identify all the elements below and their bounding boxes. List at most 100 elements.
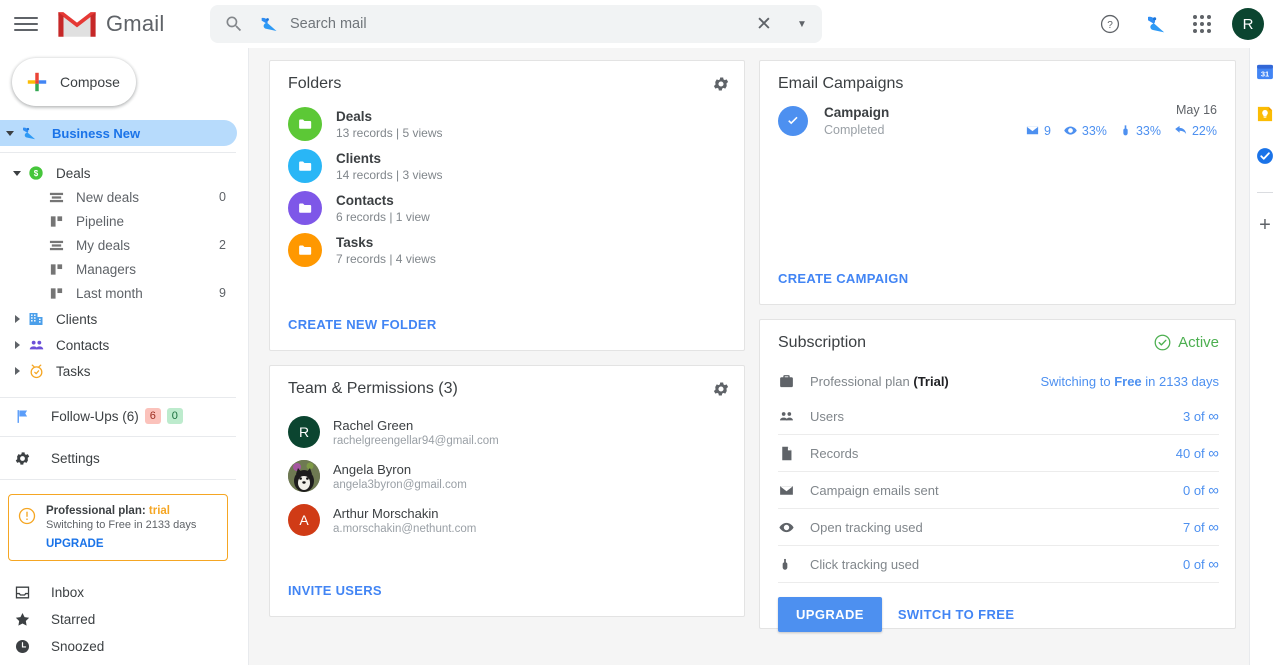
switch-suffix: in 2133 days <box>1141 373 1219 389</box>
sidebar-item-new-deals[interactable]: New deals 0 <box>0 185 248 209</box>
subscription-row-value: 3 of ∞ <box>1183 408 1219 425</box>
team-member-row[interactable]: R Rachel Green rachelgreengellar94@gmail… <box>270 410 744 454</box>
usage-value: 3 of <box>1182 408 1205 424</box>
chevron-down-icon[interactable] <box>10 170 24 176</box>
add-addon-button[interactable]: + <box>1259 215 1271 235</box>
board-view-icon <box>44 214 68 229</box>
folder-name: Deals <box>336 108 373 124</box>
trial-title: Professional plan: trial <box>46 505 196 517</box>
infinity-icon: ∞ <box>1208 481 1219 499</box>
close-icon[interactable]: ✕ <box>746 13 782 36</box>
switch-plan: Free <box>1114 373 1142 389</box>
sidebar-item-managers[interactable]: Managers <box>0 257 248 281</box>
sidebar-item-my-deals[interactable]: My deals 2 <box>0 233 248 257</box>
avatar-photo-icon <box>288 460 320 492</box>
team-member-name: Rachel Green <box>333 417 414 433</box>
campaign-row[interactable]: Campaign Completed May 16 9 33% 33% 22% <box>760 93 1235 138</box>
sidebar-divider <box>0 436 236 437</box>
team-list: R Rachel Green rachelgreengellar94@gmail… <box>270 410 744 542</box>
chevron-right-icon[interactable] <box>10 341 24 349</box>
team-member-row[interactable]: A Arthur Morschakin a.morschakin@nethunt… <box>270 498 744 542</box>
email-campaigns-card: Email Campaigns Campaign Completed May 1… <box>759 60 1236 305</box>
create-new-folder-button[interactable]: CREATE NEW FOLDER <box>288 317 437 332</box>
sidebar-item-pipeline[interactable]: Pipeline <box>0 209 248 233</box>
subscription-row-value: 0 of ∞ <box>1183 482 1219 499</box>
sidebar-item-deals[interactable]: $ Deals <box>0 161 248 185</box>
folder-item-contacts[interactable]: Contacts 6 records | 1 view <box>270 187 744 229</box>
campaign-stats: 9 33% 33% 22% <box>1018 123 1217 138</box>
gmail-logo[interactable]: Gmail <box>56 9 164 40</box>
sidebar-item-follow-ups[interactable]: Follow-Ups (6) 6 0 <box>0 402 248 430</box>
compose-label: Compose <box>60 74 120 90</box>
apps-grid-icon[interactable] <box>1182 4 1222 44</box>
sidebar-item-settings[interactable]: Settings <box>0 443 248 473</box>
trial-upgrade-link[interactable]: UPGRADE <box>46 538 196 550</box>
google-calendar-icon[interactable]: 31 <box>1255 62 1275 82</box>
team-member-email: a.morschakin@nethunt.com <box>333 522 477 535</box>
team-member-row[interactable]: Angela Byron angela3byron@gmail.com <box>270 454 744 498</box>
right-column: Email Campaigns Campaign Completed May 1… <box>759 60 1236 632</box>
campaign-stat-value: 9 <box>1043 123 1051 138</box>
hamburger-icon[interactable] <box>14 12 38 36</box>
status-label: Active <box>1178 334 1219 351</box>
sidebar-divider <box>0 397 236 398</box>
chevron-down-icon[interactable]: ▼ <box>782 19 822 30</box>
sidebar-item-last-month[interactable]: Last month 9 <box>0 281 248 305</box>
folder-meta: Deals 13 records | 5 views <box>336 109 443 140</box>
chevron-right-icon[interactable] <box>10 315 24 323</box>
gear-icon[interactable] <box>712 75 730 93</box>
sidebar-item-label: Starred <box>51 612 96 627</box>
search-bar[interactable]: ✕ ▼ <box>210 5 822 43</box>
folder-subtitle: 14 records | 3 views <box>336 167 443 182</box>
sidebar-item-label: Pipeline <box>76 213 125 229</box>
plan-name: Professional plan <box>810 373 910 389</box>
nethunt-bird-icon[interactable] <box>1136 4 1176 44</box>
team-member-meta: Angela Byron angela3byron@gmail.com <box>333 462 467 491</box>
create-campaign-button[interactable]: CREATE CAMPAIGN <box>778 271 908 286</box>
subscription-row-label: Campaign emails sent <box>810 482 939 498</box>
trial-title-prefix: Professional plan: <box>46 505 149 517</box>
sidebar-item-count: 0 <box>219 190 226 204</box>
sidebar-item-starred[interactable]: Starred <box>0 606 248 633</box>
eye-icon <box>1064 126 1077 135</box>
svg-text:$: $ <box>34 169 39 178</box>
folder-meta: Contacts 6 records | 1 view <box>336 193 430 224</box>
avatar[interactable]: R <box>1232 8 1264 40</box>
compose-button[interactable]: Compose <box>12 58 136 106</box>
switch-to-free-button[interactable]: SWITCH TO FREE <box>898 607 1015 622</box>
folder-icon <box>288 107 322 141</box>
folder-list: Deals 13 records | 5 views Clients 14 re… <box>270 103 744 271</box>
folder-item-tasks[interactable]: Tasks 7 records | 4 views <box>270 229 744 271</box>
sidebar-item-tasks[interactable]: Tasks <box>0 359 248 383</box>
upgrade-button[interactable]: UPGRADE <box>778 597 882 632</box>
alert-circle-icon <box>18 507 36 525</box>
gear-icon[interactable] <box>712 380 730 398</box>
chevron-right-icon[interactable] <box>10 367 24 375</box>
campaign-stat-value: 33% <box>1081 123 1107 138</box>
sidebar-item-clients[interactable]: Clients <box>0 307 248 331</box>
campaign-stats-wrap: May 16 9 33% 33% 22% <box>1018 103 1217 138</box>
sidebar-item-inbox[interactable]: Inbox <box>0 579 248 606</box>
invite-users-button[interactable]: INVITE USERS <box>288 583 382 598</box>
file-icon <box>778 445 804 462</box>
sidebar-item-contacts[interactable]: Contacts <box>0 333 248 357</box>
sidebar-item-label: Follow-Ups (6) <box>51 408 139 424</box>
gear-icon <box>15 451 30 465</box>
folder-name: Clients <box>336 150 382 166</box>
sidebar-item-snoozed[interactable]: Snoozed <box>0 633 248 660</box>
folder-item-clients[interactable]: Clients 14 records | 3 views <box>270 145 744 187</box>
chevron-down-icon[interactable] <box>6 130 14 136</box>
trial-banner[interactable]: Professional plan: trial Switching to Fr… <box>8 494 228 561</box>
sidebar-item-label: Snoozed <box>51 639 105 654</box>
subscription-row-records: Records 40 of ∞ <box>778 435 1219 472</box>
search-input[interactable] <box>290 16 746 32</box>
sidebar-workspace-business-new[interactable]: Business New <box>0 120 237 146</box>
google-keep-icon[interactable] <box>1255 104 1275 124</box>
folder-item-deals[interactable]: Deals 13 records | 5 views <box>270 103 744 145</box>
nethunt-bird-icon <box>23 127 36 140</box>
avatar-initial: A <box>299 512 309 528</box>
sidebar-workspace-label: Business New <box>52 125 141 141</box>
help-icon[interactable]: ? <box>1090 4 1130 44</box>
folder-name: Contacts <box>336 192 394 208</box>
google-tasks-icon[interactable] <box>1255 146 1275 166</box>
